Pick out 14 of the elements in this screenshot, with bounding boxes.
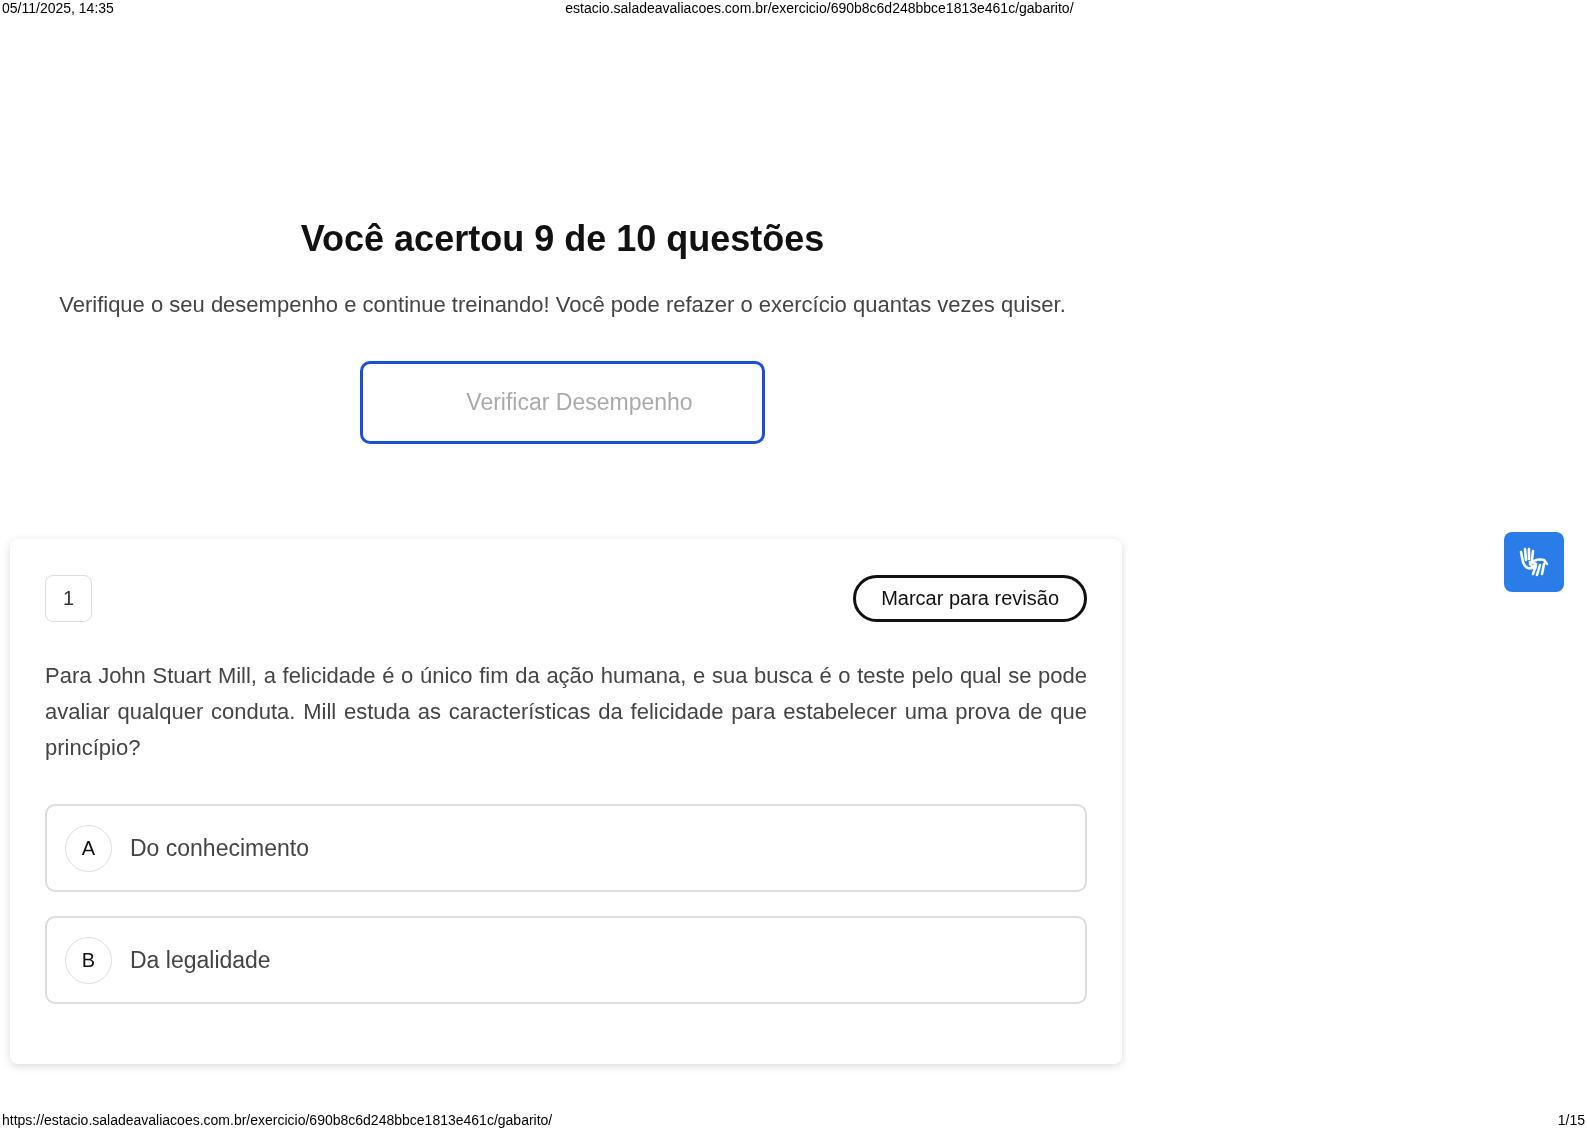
question-number: 1: [45, 575, 92, 622]
question-text: Para John Stuart Mill, a felicidade é o único fim da ação humana, e sua busca é o teste pelo qual se pode avaliar qualquer conduta. Mill estuda as características da felicidade para estabelecer uma prova de que princípio?: [45, 662, 1087, 762]
answer-option[interactable]: B Da legalidade: [45, 916, 1087, 1004]
print-date: 05/11/2025, 14:35: [2, 0, 114, 17]
option-text: Do conhecimento: [130, 834, 309, 862]
page-url: https://estacio.saladeavaliacoes.com.br/exercicio/690b8c6d248bbce1813e461c/gabarito/: [2, 1112, 553, 1129]
mark-for-review-button[interactable]: Marcar para revisão: [853, 575, 1087, 622]
sign-language-button[interactable]: [1504, 532, 1564, 592]
page-url: estacio.saladeavaliacoes.com.br/exercicio/690b8c6d248bbce1813e461c/gabarito/: [565, 0, 1074, 17]
result-title: Você acertou 9 de 10 questões: [300, 217, 825, 261]
answer-option[interactable]: A Do conhecimento: [45, 804, 1087, 892]
page-count: 1/15: [1557, 1112, 1585, 1129]
result-subtitle: Verifique o seu desempenho e continue treinando! Você pode refazer o exercício quantas vezes quiser.: [58, 291, 1067, 319]
option-text: Da legalidade: [130, 946, 271, 974]
